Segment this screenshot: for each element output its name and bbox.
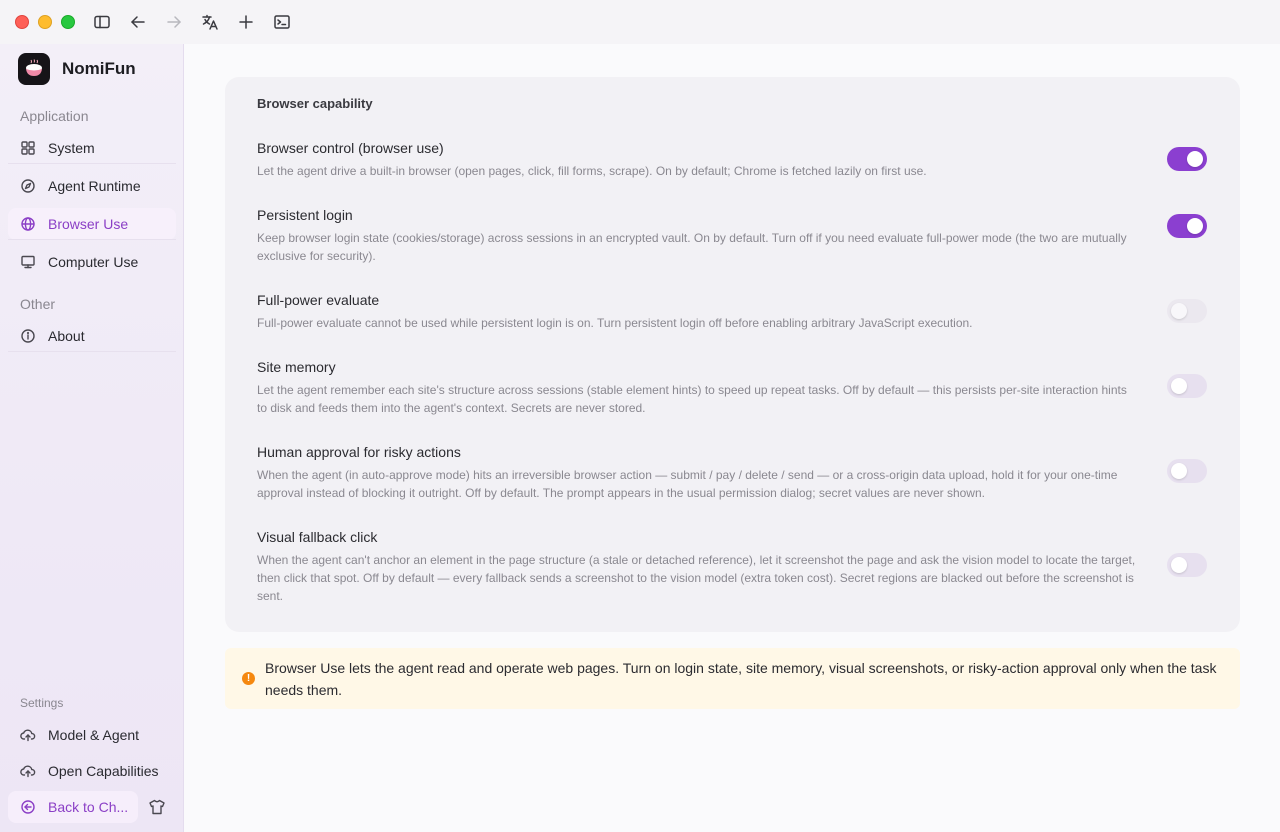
zoom-window-button[interactable] xyxy=(61,15,75,29)
setting-visual-fallback-click: Visual fallback click When the agent can… xyxy=(257,528,1207,605)
back-to-chat-button[interactable]: Back to Ch... xyxy=(8,791,138,823)
visual-fallback-click-toggle[interactable] xyxy=(1167,553,1207,577)
sidebar-item-about[interactable]: About xyxy=(8,320,176,352)
monitor-icon xyxy=(21,255,35,269)
setting-description: Full-power evaluate cannot be used while… xyxy=(257,316,973,330)
forward-nav-button[interactable] xyxy=(163,11,185,33)
info-notice: ! Browser Use lets the agent read and op… xyxy=(225,648,1240,709)
sidebar-item-label: Computer Use xyxy=(48,254,139,270)
plus-icon xyxy=(239,15,253,29)
section-label-application: Application xyxy=(20,108,89,124)
arrow-left-icon xyxy=(131,16,145,28)
setting-description: When the agent (in auto-approve mode) hi… xyxy=(257,468,1118,500)
back-to-chat-label: Back to Ch... xyxy=(48,799,129,815)
cloud-sync-icon xyxy=(20,729,36,742)
setting-full-power-evaluate: Full-power evaluate Full-power evaluate … xyxy=(257,291,1207,332)
app-name: NomiFun xyxy=(62,59,136,78)
terminal-icon xyxy=(274,15,290,29)
persistent-login-toggle[interactable] xyxy=(1167,214,1207,238)
sidebar-item-computer-use[interactable]: Computer Use xyxy=(8,246,176,278)
theme-button[interactable] xyxy=(148,798,166,816)
grid-icon xyxy=(21,141,35,155)
compass-icon xyxy=(21,179,35,193)
setting-persistent-login: Persistent login Keep browser login stat… xyxy=(257,206,1207,265)
cloud-sync-icon xyxy=(20,765,36,778)
sidebar-item-label: Open Capabilities xyxy=(48,763,159,779)
human-approval-toggle[interactable] xyxy=(1167,459,1207,483)
rice-bowl-icon xyxy=(26,59,42,76)
sidebar-item-label: Model & Agent xyxy=(48,727,140,743)
title-bar xyxy=(0,0,1280,44)
section-label-settings: Settings xyxy=(20,696,64,710)
setting-title: Visual fallback click xyxy=(257,529,378,545)
divider xyxy=(8,163,176,164)
brand: NomiFun xyxy=(18,53,136,85)
section-label-other: Other xyxy=(20,296,56,312)
setting-description: Keep browser login state (cookies/storag… xyxy=(257,231,1127,263)
sidebar-item-browser-use[interactable]: Browser Use xyxy=(8,208,176,240)
app-logo xyxy=(18,53,50,85)
setting-description: Let the agent drive a built-in browser (… xyxy=(257,164,927,178)
arrow-right-icon xyxy=(167,16,181,28)
full-power-evaluate-toggle[interactable] xyxy=(1167,299,1207,323)
sidebar-item-open-capabilities[interactable]: Open Capabilities xyxy=(8,755,176,787)
minimize-window-button[interactable] xyxy=(38,15,52,29)
setting-title: Human approval for risky actions xyxy=(257,444,461,460)
terminal-button[interactable] xyxy=(271,11,293,33)
globe-icon xyxy=(21,217,35,231)
site-memory-toggle[interactable] xyxy=(1167,374,1207,398)
divider xyxy=(8,351,176,352)
browser-control-toggle[interactable] xyxy=(1167,147,1207,171)
notice-text: Browser Use lets the agent read and oper… xyxy=(265,659,1217,698)
back-nav-button[interactable] xyxy=(127,11,149,33)
setting-site-memory: Site memory Let the agent remember each … xyxy=(257,358,1207,417)
setting-human-approval: Human approval for risky actions When th… xyxy=(257,443,1207,502)
divider xyxy=(8,239,176,240)
setting-title: Browser control (browser use) xyxy=(257,140,444,156)
translate-icon xyxy=(202,14,218,30)
new-tab-button[interactable] xyxy=(235,11,257,33)
setting-browser-control: Browser control (browser use) Let the ag… xyxy=(257,139,1207,180)
warning-icon: ! xyxy=(242,672,255,685)
sidebar-item-label: Browser Use xyxy=(48,216,129,232)
main-content: Browser capability Browser control (brow… xyxy=(185,44,1280,832)
setting-description: When the agent can't anchor an element i… xyxy=(257,553,1136,603)
translate-button[interactable] xyxy=(199,11,221,33)
sidebar-toggle-button[interactable] xyxy=(91,11,113,33)
sidebar-item-agent-runtime[interactable]: Agent Runtime xyxy=(8,170,176,202)
close-window-button[interactable] xyxy=(15,15,29,29)
browser-capability-card: Browser capability Browser control (brow… xyxy=(225,77,1240,632)
setting-description: Let the agent remember each site's struc… xyxy=(257,383,1127,415)
sidebar-item-model-agent[interactable]: Model & Agent xyxy=(8,719,176,751)
sidebar-item-label: Agent Runtime xyxy=(48,178,141,194)
sidebar-item-label: About xyxy=(48,328,85,344)
setting-title: Full-power evaluate xyxy=(257,292,380,308)
setting-title: Site memory xyxy=(257,359,336,375)
sidebar-item-system[interactable]: System xyxy=(8,132,176,164)
shirt-icon xyxy=(149,799,165,815)
info-icon xyxy=(21,329,35,343)
setting-title: Persistent login xyxy=(257,207,353,223)
sidebar-item-label: System xyxy=(48,140,95,156)
arrow-left-circle-icon xyxy=(21,800,35,814)
sidebar: NomiFun Application System Agent Runtime… xyxy=(0,44,184,832)
card-title: Browser capability xyxy=(257,96,373,111)
sidebar-icon xyxy=(94,15,110,29)
